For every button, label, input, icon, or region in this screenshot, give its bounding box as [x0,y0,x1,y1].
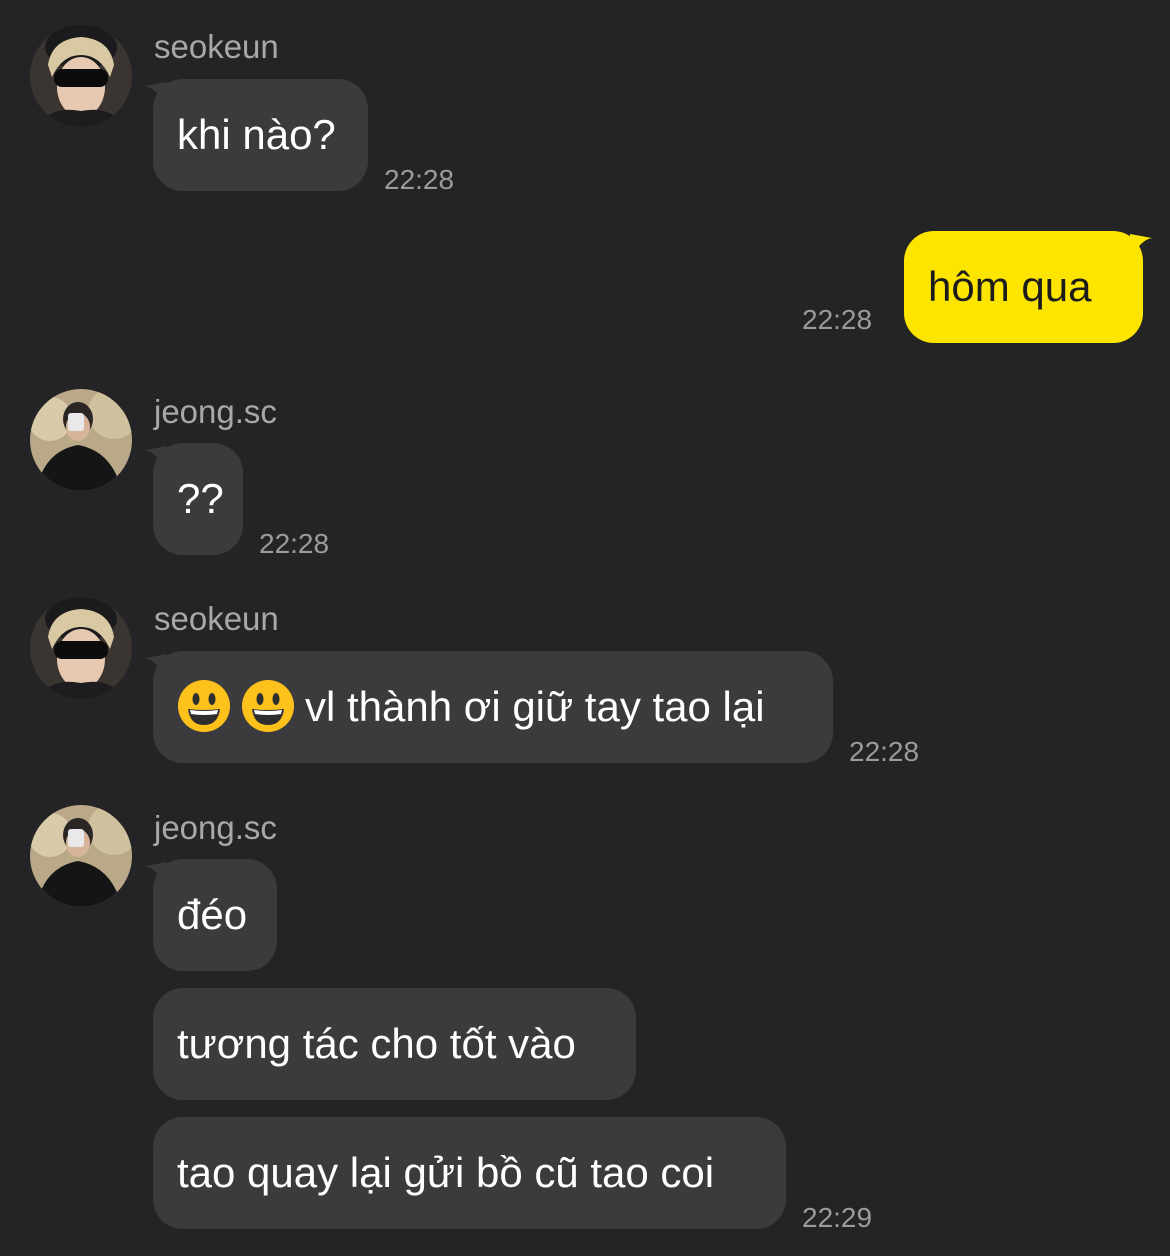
sender-name: seokeun [154,28,279,65]
message-text: đéo [177,891,248,938]
timestamp: 22:28 [802,304,873,335]
message-text: ?? [177,475,224,522]
grinning-face-icon [242,679,294,732]
message-bubble[interactable]: vl thành ơi giữ tay tao lại [153,651,833,763]
message-text: hôm qua [928,263,1092,310]
message-bubble[interactable]: tương tác cho tốt vào [153,988,636,1100]
message-bubble[interactable]: ?? [153,443,243,555]
message-bubble-outgoing[interactable]: hôm qua [904,231,1143,343]
sender-name: jeong.sc [154,393,277,430]
avatar[interactable] [30,389,132,491]
avatar[interactable] [30,805,132,907]
sender-name: jeong.sc [154,809,277,846]
sender-name: seokeun [154,600,279,637]
message-text: vl thành ơi giữ tay tao lại [305,683,765,730]
avatar[interactable] [30,597,132,699]
timestamp: 22:29 [802,1202,873,1233]
avatar[interactable] [30,25,132,127]
message-bubble[interactable]: khi nào? [153,79,368,191]
bubble-tail [1130,234,1152,260]
message-bubble[interactable]: đéo [153,859,277,971]
grinning-face-icon [178,679,230,732]
message-text: tương tác cho tốt vào [177,1020,576,1067]
timestamp: 22:28 [849,736,920,767]
message-text: khi nào? [177,111,336,158]
timestamp: 22:28 [384,164,455,195]
timestamp: 22:28 [259,528,330,559]
message-text: tao quay lại gửi bồ cũ tao coi [177,1149,715,1196]
message-bubble[interactable]: tao quay lại gửi bồ cũ tao coi [153,1117,786,1229]
